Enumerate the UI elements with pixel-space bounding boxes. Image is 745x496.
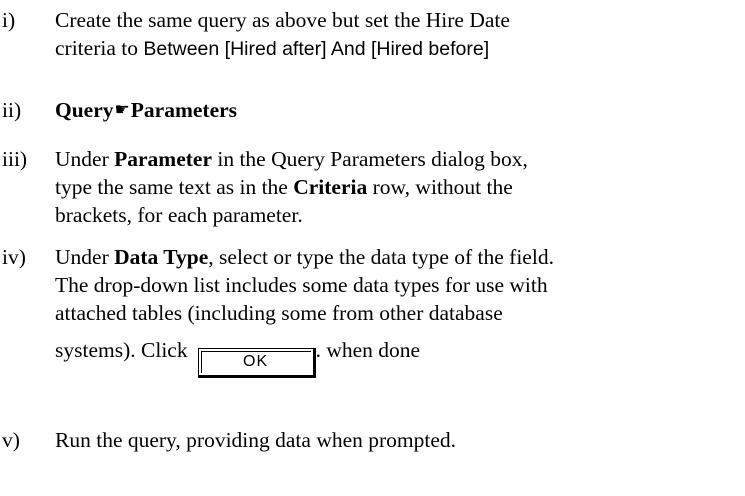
step-line: criteria to Between [Hired after] And [H… xyxy=(55,34,740,63)
step-number: v) xyxy=(2,428,20,452)
step-line: Under Parameter in the Query Parameters … xyxy=(55,145,740,173)
step-text: Query☛Parameters xyxy=(55,96,740,124)
step-number: iv) xyxy=(2,245,26,269)
step-text-fragment: systems). Click xyxy=(55,338,188,362)
step-4: iv) Under Data Type, select or type the … xyxy=(0,243,740,378)
step-text-fragment: . when done xyxy=(315,338,421,362)
step-line: brackets, for each parameter. xyxy=(55,203,303,227)
step-text: Create the same query as above but set t… xyxy=(55,6,740,63)
step-5: v) Run the query, providing data when pr… xyxy=(0,426,740,454)
step-line: systems). Click OK. when done xyxy=(55,336,740,378)
step-line: type the same text as in the Criteria ro… xyxy=(55,173,740,201)
step-text-fragment: criteria to xyxy=(55,36,144,60)
step-2: ii) Query☛Parameters xyxy=(0,96,740,124)
step-3: iii) Under Parameter in the Query Parame… xyxy=(0,145,740,229)
step-line: Create the same query as above but set t… xyxy=(55,8,510,32)
term-criteria: Criteria xyxy=(293,175,368,199)
step-text-fragment: row, without the xyxy=(367,175,513,199)
pointing-hand-icon: ☛ xyxy=(114,100,130,119)
criteria-expression: Between [Hired after] And [Hired before] xyxy=(143,38,490,60)
ok-button[interactable]: OK xyxy=(197,348,316,378)
step-1: i) Create the same query as above but se… xyxy=(0,6,740,63)
step-text: Under Data Type, select or type the data… xyxy=(55,243,740,378)
step-text-fragment: in the Query Parameters dialog box, xyxy=(211,147,528,171)
step-number: i) xyxy=(2,8,16,32)
step-text-fragment: Under xyxy=(55,147,115,171)
menu-parameters: Parameters xyxy=(130,98,238,122)
step-text-fragment: type the same text as in the xyxy=(55,175,294,199)
step-text-fragment: Under xyxy=(55,245,115,269)
step-number: ii) xyxy=(2,98,22,122)
step-text: Run the query, providing data when promp… xyxy=(55,426,740,454)
term-data-type: Data Type xyxy=(114,245,209,269)
step-line: Under Data Type, select or type the data… xyxy=(55,243,740,271)
step-line: attached tables (including some from oth… xyxy=(55,301,503,325)
menu-query: Query xyxy=(55,98,114,122)
step-line: Run the query, providing data when promp… xyxy=(55,428,457,452)
step-line: The drop-down list includes some data ty… xyxy=(55,273,548,297)
step-text: Under Parameter in the Query Parameters … xyxy=(55,145,740,229)
term-parameter: Parameter xyxy=(114,147,212,171)
step-text-fragment: , select or type the data type of the fi… xyxy=(208,245,554,269)
step-number: iii) xyxy=(2,147,28,171)
